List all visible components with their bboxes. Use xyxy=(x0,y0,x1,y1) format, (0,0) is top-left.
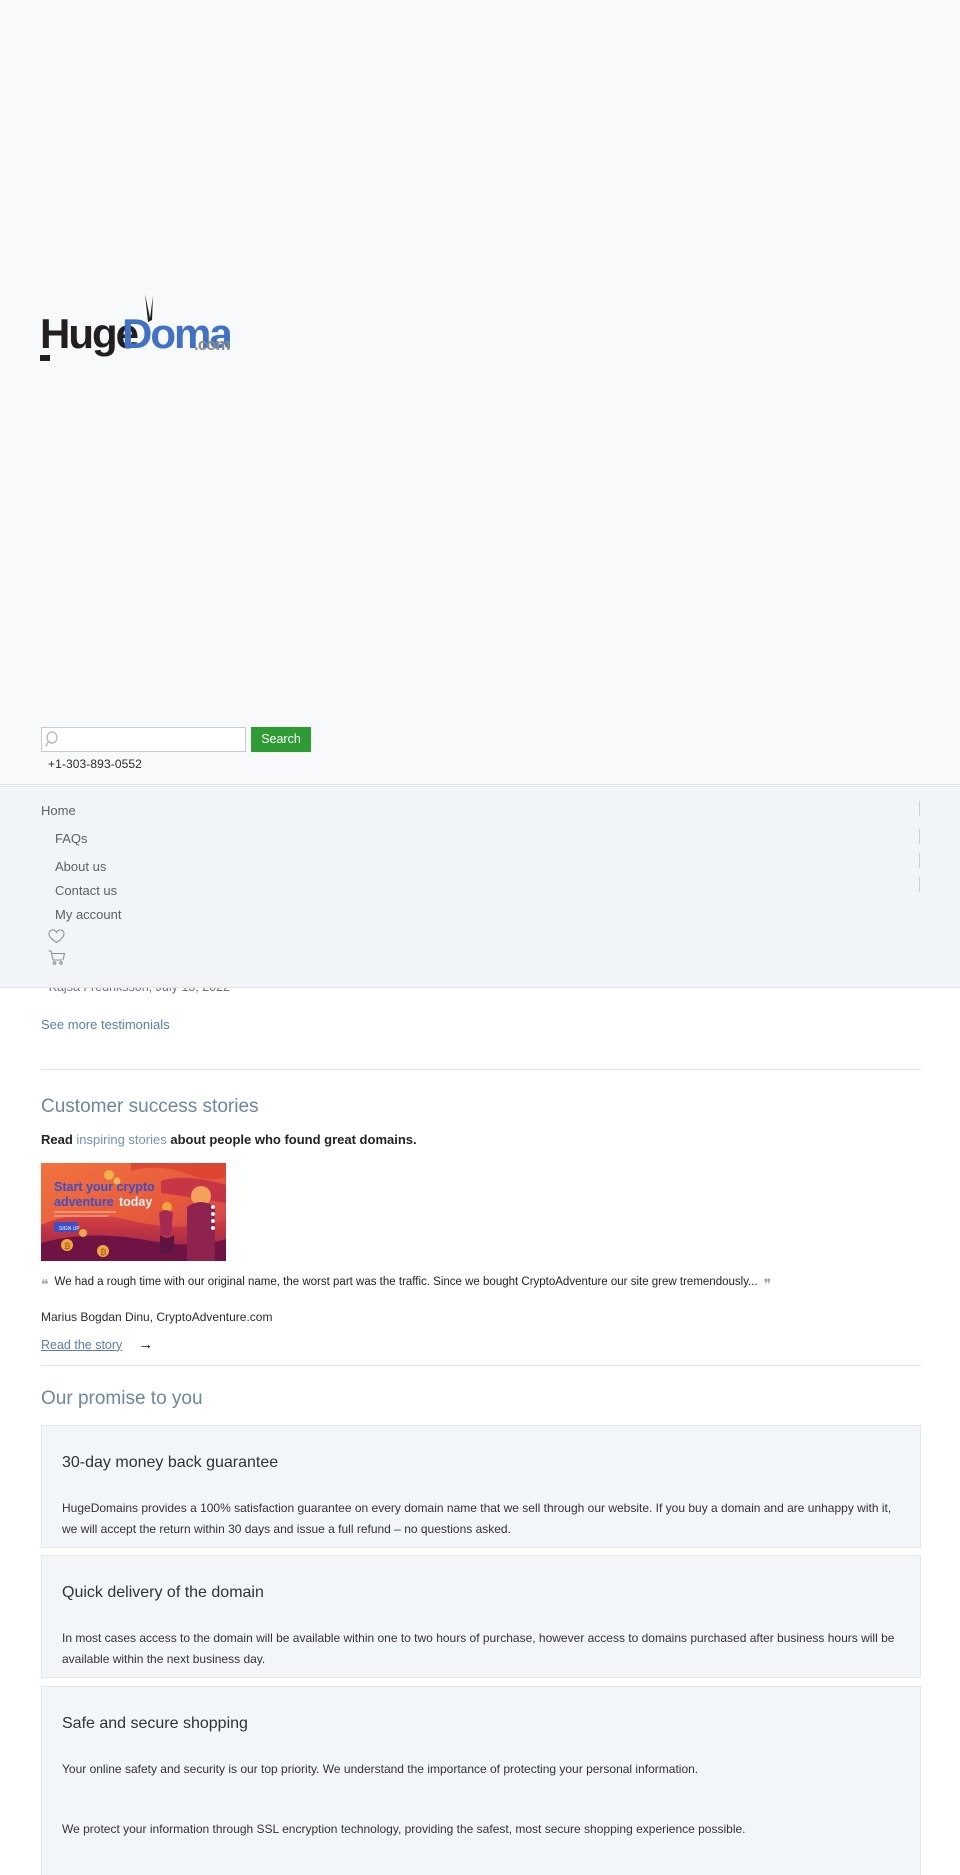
read-the-story-link[interactable]: Read the story xyxy=(41,1338,122,1352)
promise-card-heading: Safe and secure shopping xyxy=(62,1715,248,1732)
nav-item-contact-us[interactable]: Contact us xyxy=(55,883,117,898)
svg-text:Start your crypto: Start your crypto xyxy=(54,1180,155,1194)
see-more-testimonials-link[interactable]: See more testimonials xyxy=(41,1017,170,1032)
promise-card-body-secondary: We protect your information through SSL … xyxy=(62,1822,746,1836)
svg-text:₿: ₿ xyxy=(64,1242,71,1251)
cart-icon[interactable] xyxy=(48,950,66,971)
site-logo[interactable]: Huge Domains .com xyxy=(40,292,288,368)
promise-card-money-back: 30-day money back guarantee HugeDomains … xyxy=(41,1425,921,1548)
lead-text-before: Read xyxy=(41,1132,77,1147)
nav-divider xyxy=(919,877,920,892)
nav-item-faqs[interactable]: FAQs xyxy=(55,831,88,846)
svg-text:₿: ₿ xyxy=(100,1248,107,1257)
svg-text:today: today xyxy=(119,1195,152,1209)
heart-icon[interactable] xyxy=(48,929,65,949)
promise-card-body: HugeDomains provides a 100% satisfaction… xyxy=(62,1501,892,1536)
lead-text-after: about people who found great domains. xyxy=(166,1132,417,1147)
crypto-adventure-banner-icon: Start your crypto adventure today SIGN U… xyxy=(41,1163,226,1261)
section-divider xyxy=(41,1365,921,1366)
svg-text:SIGN UP: SIGN UP xyxy=(59,1226,80,1232)
hugedomains-logo-icon: Huge Domains .com xyxy=(40,294,288,361)
arrow-right-icon: → xyxy=(138,1336,154,1353)
story-author: Marius Bogdan Dinu, CryptoAdventure.com xyxy=(41,1310,273,1324)
inspiring-stories-link[interactable]: inspiring stories xyxy=(76,1132,166,1147)
story-thumbnail[interactable]: Start your crypto adventure today SIGN U… xyxy=(41,1163,226,1261)
svg-text:.com: .com xyxy=(194,335,230,354)
quote-open-icon: ❝ xyxy=(41,1276,49,1292)
customer-success-stories-title: Customer success stories xyxy=(41,1096,259,1117)
search-input[interactable] xyxy=(41,727,246,752)
search-button[interactable]: Search xyxy=(251,727,311,752)
search-bar: Search xyxy=(41,727,311,752)
story-quote: ❝ We had a rough time with our original … xyxy=(41,1276,841,1291)
promise-card-body: In most cases access to the domain will … xyxy=(62,1631,895,1666)
success-stories-lead: Read inspiring stories about people who … xyxy=(41,1132,417,1147)
nav-item-home[interactable]: Home xyxy=(41,803,76,818)
read-story-row: Read the story → xyxy=(41,1337,153,1352)
nav-item-about-us[interactable]: About us xyxy=(55,859,106,874)
nav-item-my-account[interactable]: My account xyxy=(55,907,121,922)
promise-card-safe-shopping: Safe and secure shopping Your online saf… xyxy=(41,1686,921,1875)
nav-divider xyxy=(919,853,920,868)
our-promise-title: Our promise to you xyxy=(41,1388,203,1409)
section-divider xyxy=(41,1069,921,1070)
nav-divider xyxy=(919,829,920,844)
svg-text:adventure: adventure xyxy=(54,1195,114,1209)
header-hero: Huge Domains .com Search +1-303-893-0552 xyxy=(0,0,960,785)
promise-card-heading: 30-day money back guarantee xyxy=(62,1454,279,1471)
promise-card-body: Your online safety and security is our t… xyxy=(62,1762,699,1776)
nav-divider xyxy=(919,801,920,816)
promise-card-heading: Quick delivery of the domain xyxy=(62,1584,264,1601)
quote-close-icon: ❞ xyxy=(763,1276,772,1292)
main-navigation: Home FAQs About us Contact us My account xyxy=(0,786,960,988)
promise-card-quick-delivery: Quick delivery of the domain In most cas… xyxy=(41,1555,921,1678)
phone-number: +1-303-893-0552 xyxy=(48,757,142,771)
quote-text: We had a rough time with our original na… xyxy=(54,1276,758,1288)
